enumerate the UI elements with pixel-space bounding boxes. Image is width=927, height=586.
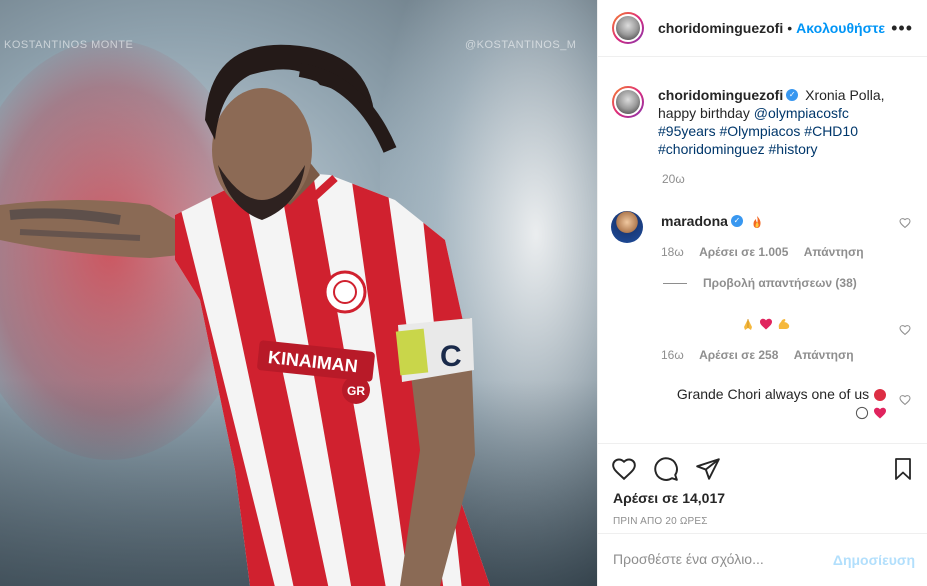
post-comment-button[interactable]: Δημοσίευση — [833, 552, 915, 568]
watermark-right: @KOSTANTINOS_M — [465, 39, 577, 51]
caption-time[interactable]: 20ω — [662, 172, 685, 186]
comment-heart-icon[interactable] — [899, 324, 911, 336]
bookmark-icon[interactable] — [891, 456, 915, 482]
comment-time[interactable]: 16ω — [661, 348, 684, 362]
comment-likes[interactable]: Αρέσει σε 1.005 — [699, 245, 788, 259]
player-illustration: ΚΙΝΑΙΜΑΝ GR C — [0, 44, 490, 586]
folded-hands-emoji-icon — [744, 319, 752, 331]
white-circle-emoji-icon — [856, 407, 869, 420]
caption-text: choridominguezofi ✓ Xronia Polla, happy b… — [658, 86, 888, 158]
follow-button[interactable]: Ακολουθήστε — [796, 20, 885, 36]
comment-meta: 18ω Αρέσει σε 1.005 Απάντηση — [661, 245, 876, 259]
red-heart-emoji-icon — [874, 408, 886, 419]
post-header: choridominguezofi • Ακολουθήστε ••• — [598, 0, 927, 57]
commenter-username[interactable]: maradona — [661, 213, 728, 229]
red-heart-emoji-icon — [759, 319, 772, 330]
red-circle-emoji-icon — [874, 389, 886, 402]
hashtag[interactable]: #95years — [658, 123, 716, 139]
comment-time[interactable]: 18ω — [661, 245, 684, 259]
comment-input[interactable] — [611, 550, 835, 568]
reply-button[interactable]: Απάντηση — [804, 245, 864, 259]
comment-heart-icon[interactable] — [899, 394, 911, 406]
comment-heart-icon[interactable] — [899, 217, 911, 229]
reply-button[interactable]: Απάντηση — [794, 348, 854, 362]
separator-dot: • — [787, 20, 793, 36]
verified-badge-icon: ✓ — [786, 89, 799, 102]
comment: maradona ✓ 18ω Αρέσει σε 1.005 Απάντηση — [611, 211, 911, 271]
comment: Grande Chori always one of us — [611, 385, 911, 425]
add-comment-bar: Δημοσίευση — [597, 533, 927, 586]
hashtag[interactable]: #CHD10 — [804, 123, 858, 139]
action-bar: Αρέσει σε 14,017 ΠΡΙΝ ΑΠΟ 20 ΩΡΕΣ — [597, 443, 927, 544]
verified-badge-icon: ✓ — [730, 215, 743, 228]
hashtag[interactable]: #history — [769, 141, 818, 157]
caption-mention[interactable]: @olympiacosfc — [754, 105, 849, 121]
caption-avatar[interactable] — [612, 86, 644, 118]
view-replies-label: Προβολή απαντήσεων (38) — [703, 276, 857, 290]
hashtag[interactable]: #choridominguez — [658, 141, 765, 157]
comment: 16ω Αρέσει σε 258 Απάντηση — [611, 314, 911, 364]
flexed-biceps-emoji-icon — [778, 319, 789, 330]
caption-username[interactable]: choridominguezofi — [658, 87, 783, 103]
hashtag[interactable]: #Olympiacos — [719, 123, 800, 139]
armband-letter: C — [440, 340, 462, 373]
post-timestamp[interactable]: ΠΡΙΝ ΑΠΟ 20 ΩΡΕΣ — [613, 516, 708, 527]
comment-meta: 16ω Αρέσει σε 258 Απάντηση — [661, 348, 866, 362]
comment-text: Grande Chori always one of us — [662, 385, 887, 421]
watermark-left: KOSTANTINOS MONTE — [4, 39, 134, 51]
action-icons — [611, 456, 721, 482]
commenter-avatar[interactable] — [611, 211, 643, 243]
view-replies-button[interactable]: Προβολή απαντήσεων (38) — [663, 276, 857, 290]
sponsor-sub: GR — [347, 384, 365, 398]
comment-likes[interactable]: Αρέσει σε 258 — [699, 348, 778, 362]
comment-icon[interactable] — [653, 456, 679, 482]
post-image[interactable]: ΚΙΝΑΙΜΑΝ GR C KOSTANTINOS MONTE @KOSTANT… — [0, 0, 597, 586]
comment-text: maradona ✓ — [661, 212, 881, 230]
replies-line — [663, 282, 687, 284]
more-horizontal-icon[interactable]: ••• — [891, 18, 913, 39]
author-username[interactable]: choridominguezofi — [658, 20, 783, 36]
heart-icon[interactable] — [611, 456, 637, 482]
like-count[interactable]: Αρέσει σε 14,017 — [613, 490, 725, 506]
comment-body: Grande Chori always one of us — [676, 386, 870, 402]
share-icon[interactable] — [695, 456, 721, 482]
fire-emoji-icon — [753, 216, 761, 229]
caption: choridominguezofi ✓ Xronia Polla, happy b… — [612, 86, 912, 158]
author-avatar[interactable] — [612, 12, 644, 44]
